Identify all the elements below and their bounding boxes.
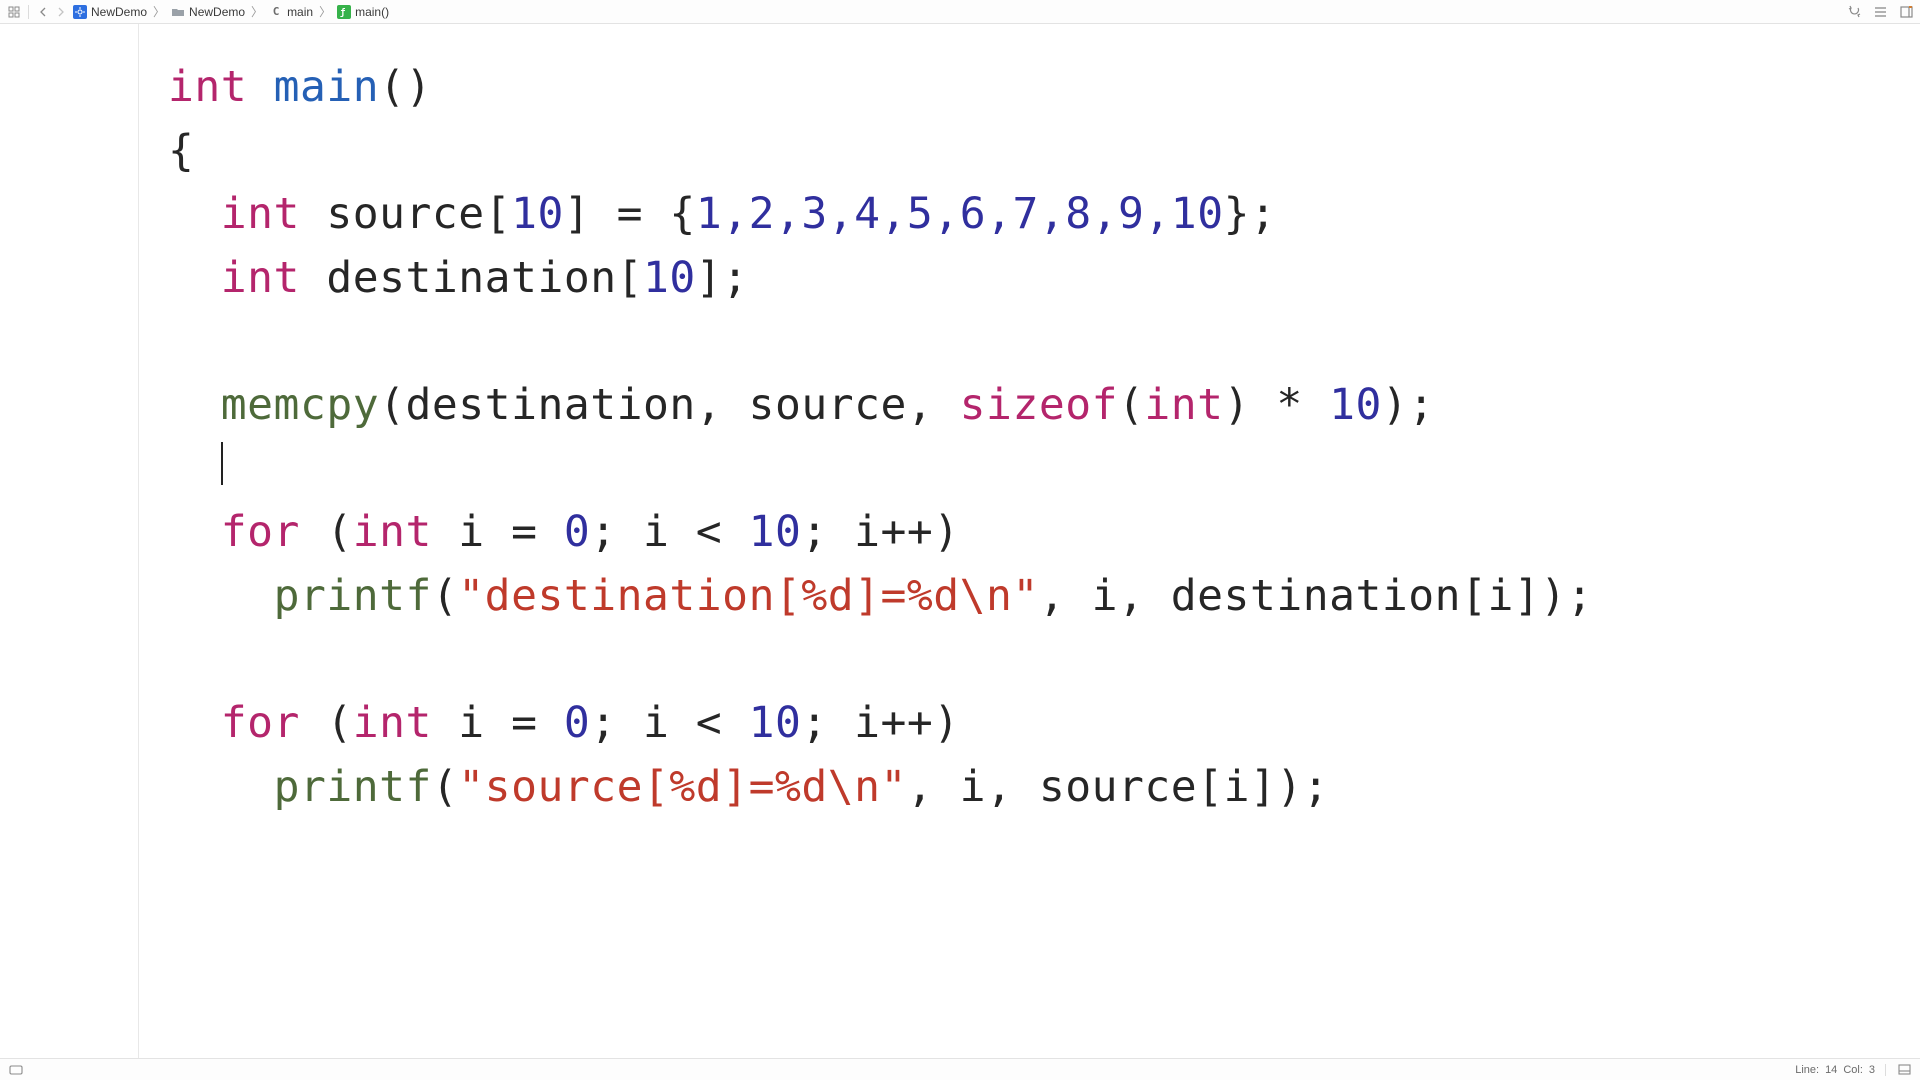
separator	[28, 5, 29, 19]
breadcrumb-label: NewDemo	[189, 5, 245, 19]
breadcrumb-label: main()	[355, 5, 389, 19]
target-icon	[73, 5, 87, 19]
gutter-divider	[138, 24, 139, 1058]
breadcrumb-item-target[interactable]: NewDemo	[71, 5, 149, 19]
refresh-icon[interactable]	[1846, 4, 1862, 20]
status-line-value[interactable]: 14	[1825, 1064, 1837, 1076]
chevron-right-icon: 〉	[249, 3, 265, 20]
c-file-icon: C	[269, 5, 283, 19]
nav-forward-icon[interactable]	[53, 4, 69, 20]
debug-console-icon[interactable]	[8, 1062, 24, 1078]
breadcrumb-bar: NewDemo 〉 NewDemo 〉 C main 〉 ƒ main()	[0, 0, 1920, 24]
breadcrumb-right	[1846, 4, 1914, 20]
split-editor-icon[interactable]	[1898, 4, 1914, 20]
breadcrumb-left: NewDemo 〉 NewDemo 〉 C main 〉 ƒ main()	[6, 3, 391, 20]
svg-text:ƒ: ƒ	[340, 8, 346, 17]
status-col-value[interactable]: 3	[1869, 1064, 1875, 1076]
chevron-right-icon: 〉	[151, 3, 167, 20]
chevron-right-icon: 〉	[317, 3, 333, 20]
code-editor[interactable]: int main() { int source[10] = {1,2,3,4,5…	[0, 24, 1920, 1058]
breadcrumb-label: NewDemo	[91, 5, 147, 19]
separator	[1885, 1064, 1886, 1076]
function-icon: ƒ	[337, 5, 351, 19]
lines-icon[interactable]	[1872, 4, 1888, 20]
status-right: Line: 14 Col: 3	[1795, 1062, 1912, 1078]
breadcrumb-item-folder[interactable]: NewDemo	[169, 5, 247, 19]
breadcrumb-item-file[interactable]: C main	[267, 5, 315, 19]
text-cursor	[221, 442, 223, 485]
folder-icon	[171, 5, 185, 19]
related-items-icon[interactable]	[6, 4, 22, 20]
status-line-label: Line:	[1795, 1064, 1819, 1076]
code-content: int main() { int source[10] = {1,2,3,4,5…	[168, 56, 1900, 820]
breadcrumb-label: main	[287, 5, 313, 19]
panel-icon[interactable]	[1896, 1062, 1912, 1078]
breadcrumb-item-symbol[interactable]: ƒ main()	[335, 5, 391, 19]
nav-back-icon[interactable]	[35, 4, 51, 20]
status-bar: Line: 14 Col: 3	[0, 1058, 1920, 1080]
status-col-label: Col:	[1843, 1064, 1863, 1076]
